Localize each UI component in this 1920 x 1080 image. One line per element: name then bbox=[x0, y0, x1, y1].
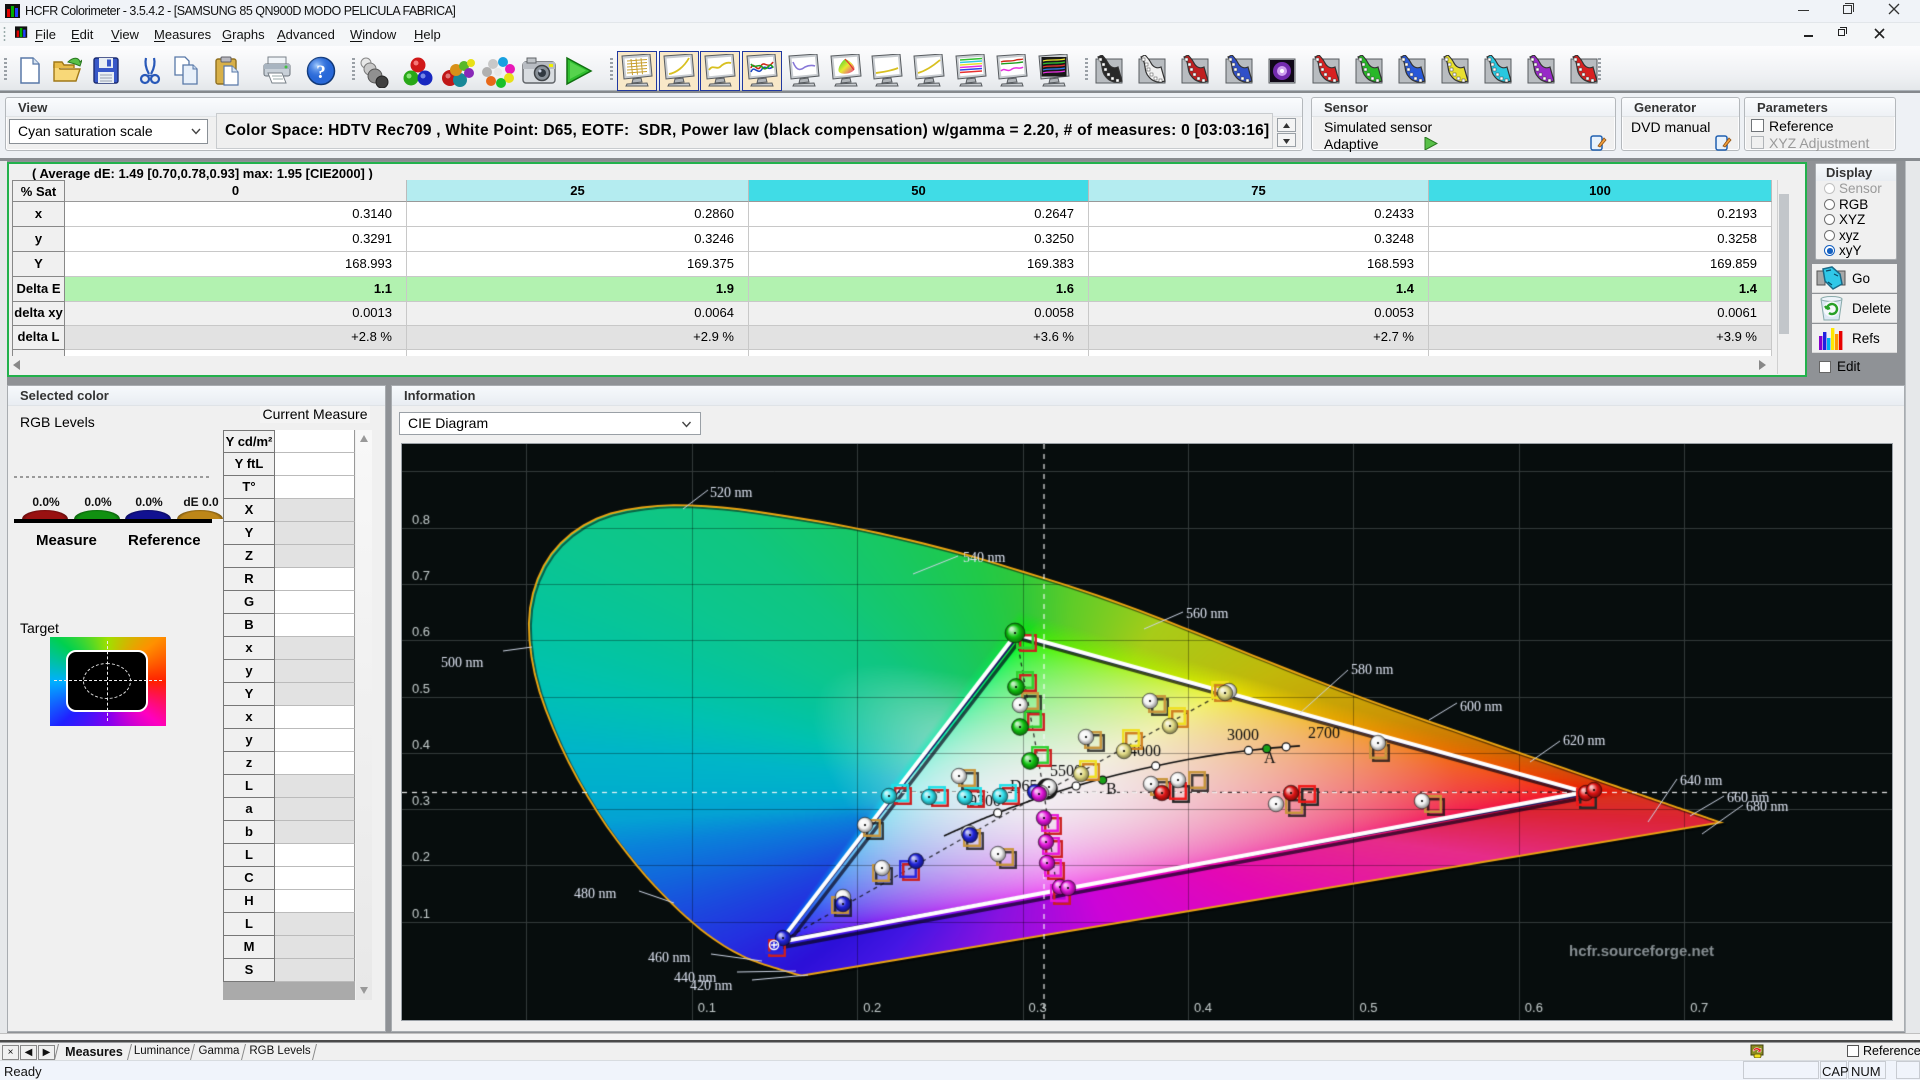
svg-text:?: ? bbox=[316, 62, 326, 83]
